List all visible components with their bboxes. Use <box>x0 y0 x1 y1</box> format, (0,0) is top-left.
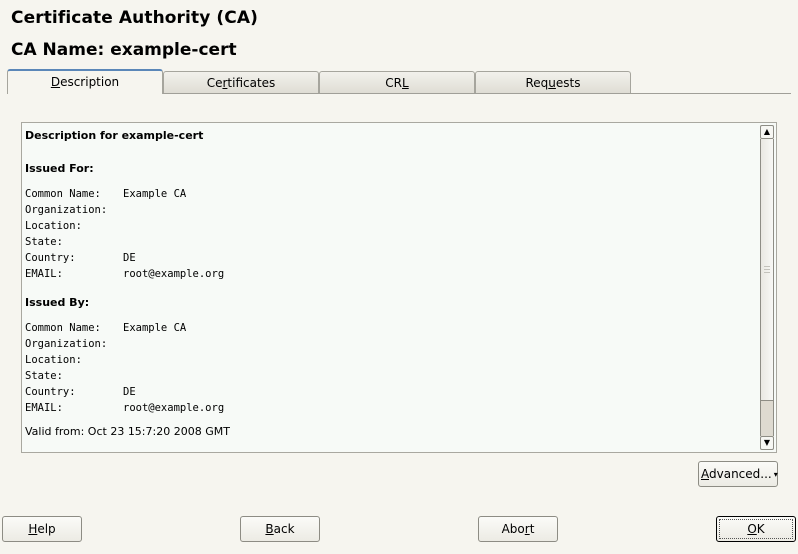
field-value: Example CA <box>123 188 187 200</box>
scrollbar-track[interactable] <box>760 139 774 436</box>
back-label: Back <box>265 522 295 536</box>
field-row: Country: DE <box>25 384 758 400</box>
field-row: Organization: <box>25 336 758 352</box>
tab-description[interactable]: Description <box>7 69 163 94</box>
grip-icon <box>764 265 770 273</box>
advanced-label: Advanced... <box>701 467 772 481</box>
mnemonic-char: D <box>50 75 61 89</box>
abort-label: Abort <box>501 522 535 536</box>
field-label: EMAIL: <box>25 268 63 280</box>
focus-ring <box>719 519 793 539</box>
field-row: Organization: <box>25 202 758 218</box>
tab-crl[interactable]: CRL <box>319 71 475 94</box>
help-button[interactable]: Help <box>2 516 82 542</box>
advanced-menu-button[interactable]: Advanced... ▾ <box>698 461 778 487</box>
field-label: Organization: <box>25 338 108 350</box>
field-value: Example CA <box>123 322 187 334</box>
field-row: Common Name: Example CA <box>25 320 758 336</box>
mnemonic-char: L <box>402 76 409 90</box>
help-label: Help <box>28 522 56 536</box>
scrollbar-thumb[interactable] <box>761 139 773 402</box>
mnemonic-char: B <box>265 522 274 536</box>
field-label: State: <box>25 370 63 382</box>
field-label: Location: <box>25 354 82 366</box>
field-row: Common Name: Example CA <box>25 186 758 202</box>
abort-button[interactable]: Abort <box>478 516 558 542</box>
field-value: root@example.org <box>123 402 225 414</box>
field-row: State: <box>25 368 758 384</box>
scroll-up-arrow-icon[interactable]: ▲ <box>760 125 774 139</box>
field-row: EMAIL: root@example.org <box>25 266 758 282</box>
field-row: Location: <box>25 352 758 368</box>
tab-bar: Description Certificates CRL Requests <box>7 69 631 94</box>
field-row: Location: <box>25 218 758 234</box>
mnemonic-char: r <box>222 76 228 90</box>
field-row: State: <box>25 234 758 250</box>
issued-for-fields: Common Name: Example CA Organization: Locat… <box>25 186 758 282</box>
tab-requests[interactable]: Requests <box>475 71 631 94</box>
page-title: Certificate Authority (CA) <box>11 8 258 28</box>
description-text: Description for example-cert Issued For:… <box>25 125 758 450</box>
description-heading: Description for example-cert <box>25 129 204 142</box>
field-value: DE <box>123 252 136 264</box>
scroll-down-arrow-icon[interactable]: ▼ <box>760 436 774 450</box>
mnemonic-char: A <box>701 467 709 481</box>
field-label: Country: <box>25 386 76 398</box>
field-value: DE <box>123 386 136 398</box>
description-panel: Description for example-cert Issued For:… <box>21 122 777 453</box>
ca-name-label: CA Name: example-cert <box>11 40 237 60</box>
field-value: root@example.org <box>123 268 225 280</box>
field-label: State: <box>25 236 63 248</box>
tab-certificates[interactable]: Certificates <box>163 71 319 94</box>
field-label: EMAIL: <box>25 402 63 414</box>
field-row: EMAIL: root@example.org <box>25 400 758 416</box>
field-label: Organization: <box>25 204 108 216</box>
field-label: Common Name: <box>25 322 101 334</box>
field-label: Country: <box>25 252 76 264</box>
mnemonic-char: r <box>524 522 530 536</box>
field-label: Location: <box>25 220 82 232</box>
mnemonic-char: u <box>548 76 556 90</box>
field-label: Common Name: <box>25 188 101 200</box>
mnemonic-char: H <box>28 522 38 536</box>
ok-button[interactable]: OK <box>716 516 796 542</box>
back-button[interactable]: Back <box>240 516 320 542</box>
dropdown-caret-icon: ▾ <box>773 469 778 479</box>
issued-by-fields: Common Name: Example CA Organization: Locat… <box>25 320 758 416</box>
valid-from: Valid from: Oct 23 15:7:20 2008 GMT <box>25 425 230 438</box>
issued-for-heading: Issued For: <box>25 162 94 175</box>
vertical-scrollbar[interactable]: ▲ ▼ <box>760 125 774 450</box>
issued-by-heading: Issued By: <box>25 296 90 309</box>
field-row: Country: DE <box>25 250 758 266</box>
